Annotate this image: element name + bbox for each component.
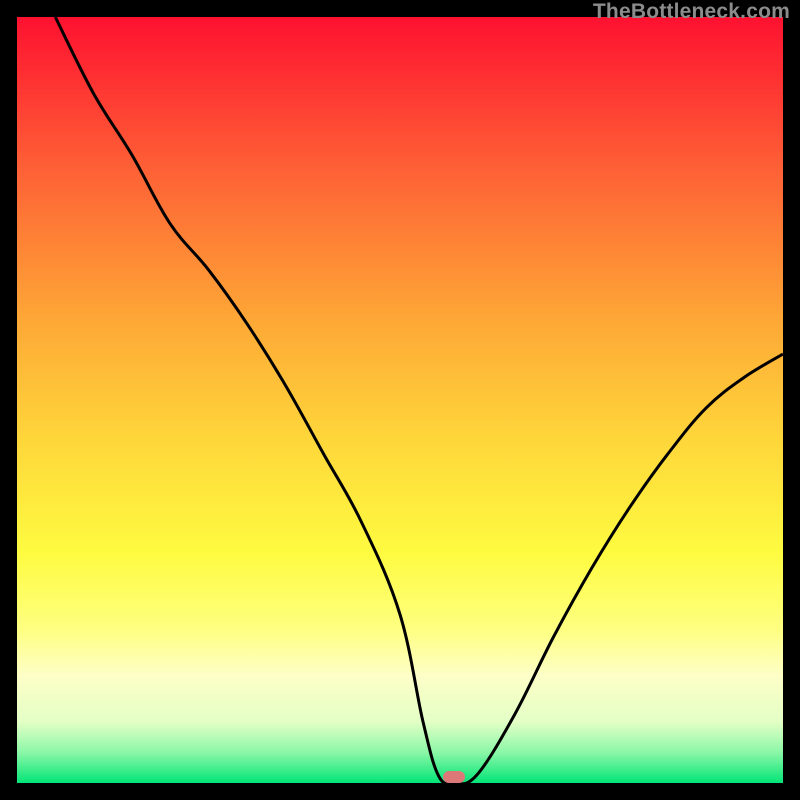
optimum-marker <box>443 771 465 783</box>
watermark-text: TheBottleneck.com <box>593 0 790 24</box>
chart-frame <box>17 17 783 783</box>
bottleneck-curve <box>17 17 783 783</box>
curve-path <box>55 17 783 783</box>
